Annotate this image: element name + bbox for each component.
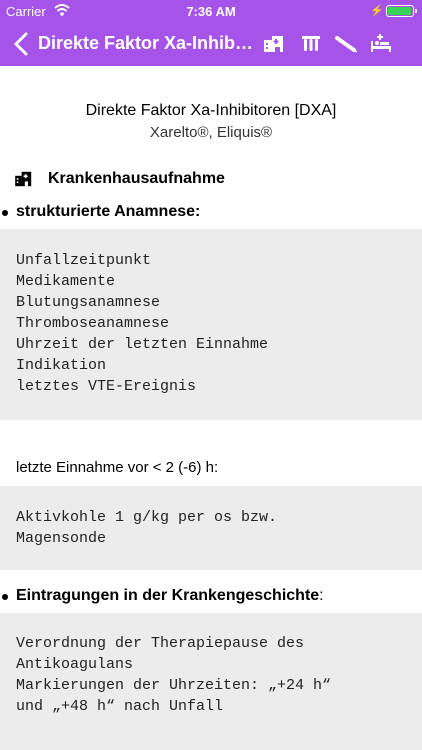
- document-subtitle: Xarelto®, Eliquis®: [149, 124, 273, 141]
- content-area[interactable]: Direkte Faktor Xa-Inhibitoren [DXA] Xare…: [0, 66, 422, 750]
- battery-icon: [386, 5, 417, 17]
- list-item: Unfallzeitpunkt: [16, 252, 152, 269]
- last-intake-text: letzte Einnahme vor < 2 (-6) h:: [16, 459, 219, 476]
- list-item: Indikation: [16, 357, 107, 374]
- records-list: Verordnung der Therapiepause des Antikoa…: [0, 613, 422, 750]
- nav-title: Direkte Faktor Xa-Inhibit...: [38, 33, 256, 53]
- list-item: Thromboseanamnese: [16, 315, 170, 332]
- list-item: Medikamente: [16, 273, 116, 290]
- last-intake-list: Aktivkohle 1 g/kg per os bzw. Magensonde: [0, 486, 422, 570]
- back-chevron-icon[interactable]: [10, 30, 34, 58]
- bullet-icon: [2, 594, 8, 600]
- charging-icon: ⚡: [370, 5, 384, 17]
- document-title: Direkte Faktor Xa-Inhibitoren [DXA]: [85, 102, 337, 119]
- test-tubes-icon[interactable]: [299, 32, 323, 56]
- list-item: Aktivkohle 1 g/kg per os bzw.: [16, 509, 278, 526]
- list-item: Antikoagulans: [16, 656, 134, 673]
- list-item: Verordnung der Therapiepause des: [16, 635, 305, 652]
- list-item: Magensonde: [16, 530, 107, 547]
- bullet-icon: [2, 210, 8, 216]
- status-bar: Carrier 7:36 AM ⚡: [0, 0, 422, 22]
- status-time: 7:36 AM: [186, 4, 236, 19]
- list-item: Uhrzeit der letzten Einnahme: [16, 336, 269, 353]
- list-item: Blutungsanamnese: [16, 294, 161, 311]
- navigation-bar: Direkte Faktor Xa-Inhibit...: [0, 22, 422, 66]
- list-item: Markierungen der Uhrzeiten: „+24 h“: [16, 677, 332, 694]
- list-item: letztes VTE-Ereignis: [16, 378, 197, 395]
- anamnesis-list: Unfallzeitpunkt Medikamente Blutungsanam…: [0, 229, 422, 420]
- records-label-suffix: :: [319, 587, 324, 604]
- records-label-text: Eintragungen in der Krankengeschichte: [16, 587, 320, 604]
- hospital-icon[interactable]: [262, 32, 286, 56]
- bed-icon[interactable]: [369, 32, 393, 56]
- section-heading-text: Krankenhausaufnahme: [48, 170, 225, 187]
- hospital-icon: [14, 171, 34, 187]
- list-item: und „+48 h“ nach Unfall: [16, 698, 224, 715]
- syringe-icon[interactable]: [334, 32, 358, 56]
